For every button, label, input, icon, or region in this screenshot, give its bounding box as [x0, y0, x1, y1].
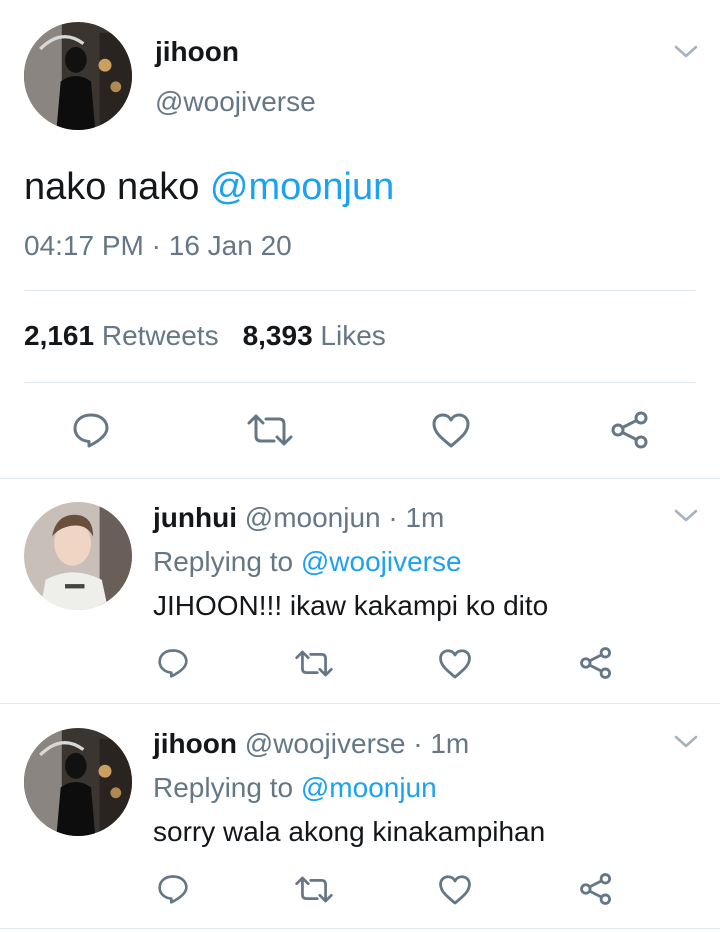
share-icon[interactable] — [579, 872, 613, 906]
divider — [0, 703, 720, 704]
like-icon[interactable] — [438, 874, 472, 905]
replying-to: Replying to @moonjun — [153, 772, 437, 804]
tweet-timestamp: 04:17 PM · 16 Jan 20 — [24, 230, 292, 262]
share-icon[interactable] — [579, 646, 613, 680]
avatar-image — [24, 728, 132, 836]
reply-display-name[interactable]: jihoon — [153, 728, 237, 759]
display-name[interactable]: jihoon — [155, 36, 239, 68]
replying-to: Replying to @woojiverse — [153, 546, 462, 578]
avatar[interactable] — [24, 502, 132, 610]
reply-header: junhui @moonjun · 1m — [153, 502, 444, 534]
like-count: 8,393 — [242, 320, 313, 351]
reply-text: sorry wala akong kinakampihan — [153, 816, 546, 847]
reply-time: · 1m — [380, 502, 445, 533]
reply-header: jihoon @woojiverse · 1m — [153, 728, 469, 760]
avatar[interactable] — [24, 22, 132, 130]
reply-handle[interactable]: @woojiverse — [237, 728, 406, 759]
reply-time: · 1m — [405, 728, 470, 759]
reply-icon[interactable] — [157, 874, 189, 904]
replying-prefix: Replying to — [153, 546, 301, 577]
mention-link[interactable]: @moonjun — [210, 166, 394, 208]
likes-stat[interactable]: 8,393 Likes — [243, 320, 386, 351]
reply-handle[interactable]: @moonjun — [237, 502, 381, 533]
divider — [0, 928, 720, 929]
engagement-stats: 2,161 Retweets 8,393 Likes — [24, 320, 386, 352]
tweet-time: 04:17 PM — [24, 230, 144, 261]
reply-icon[interactable] — [157, 648, 189, 678]
tweet-body: nako nako — [24, 166, 210, 208]
avatar-image — [24, 22, 132, 130]
like-label: Likes — [312, 320, 386, 351]
replying-prefix: Replying to — [153, 772, 301, 803]
avatar[interactable] — [24, 728, 132, 836]
reply-text: JIHOON!!! ikaw kakampi ko dito — [153, 590, 549, 621]
retweet-label: Retweets — [94, 320, 219, 351]
like-icon[interactable] — [438, 648, 472, 679]
retweet-icon[interactable] — [295, 876, 333, 903]
tweet-text: nako nako @moonjun — [24, 166, 394, 209]
tweet-date: 16 Jan 20 — [168, 230, 292, 261]
avatar-image — [24, 502, 132, 610]
replying-to-link[interactable]: @woojiverse — [301, 546, 462, 577]
reply-icon[interactable] — [72, 412, 110, 448]
retweet-icon[interactable] — [247, 414, 293, 446]
retweet-count: 2,161 — [24, 320, 95, 351]
chevron-down-icon[interactable] — [673, 43, 699, 61]
divider — [24, 382, 696, 383]
divider — [24, 290, 696, 291]
retweet-icon[interactable] — [295, 650, 333, 677]
meta-separator: · — [143, 230, 169, 261]
chevron-down-icon[interactable] — [673, 733, 699, 751]
share-icon[interactable] — [610, 410, 650, 450]
user-handle[interactable]: @woojiverse — [155, 86, 316, 118]
reply-display-name[interactable]: junhui — [153, 502, 237, 533]
divider — [0, 478, 720, 479]
retweets-stat[interactable]: 2,161 Retweets — [24, 320, 219, 351]
chevron-down-icon[interactable] — [673, 507, 699, 525]
like-icon[interactable] — [431, 412, 471, 448]
replying-to-link[interactable]: @moonjun — [301, 772, 437, 803]
